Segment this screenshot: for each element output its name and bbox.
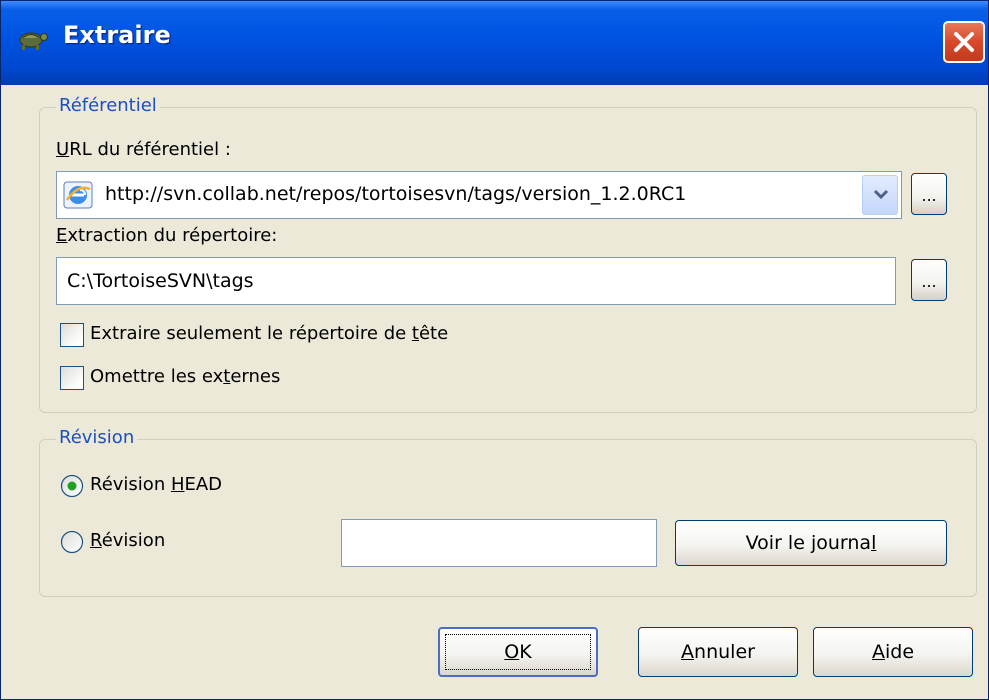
checkout-dialog: Extraire Référentiel URL du référentiel …	[0, 0, 989, 700]
cancel-button[interactable]: Annuler	[638, 627, 798, 677]
checkout-directory-label: Extraction du répertoire:	[56, 225, 278, 246]
checkout-browse-button[interactable]: ...	[911, 259, 947, 301]
show-log-button[interactable]: Voir le journal	[675, 520, 947, 566]
close-icon	[954, 32, 974, 52]
head-revision-label[interactable]: Révision HEAD	[90, 474, 222, 495]
dialog-body: Référentiel URL du référentiel : http://…	[4, 85, 984, 697]
revision-number-input[interactable]	[341, 519, 657, 567]
internet-explorer-icon	[63, 181, 93, 209]
tortoise-icon	[15, 27, 49, 51]
checkout-directory-input[interactable]: C:\TortoiseSVN\tags	[56, 257, 896, 305]
window-title: Extraire	[63, 21, 171, 49]
repository-group-legend: Référentiel	[56, 95, 160, 116]
omit-externals-label[interactable]: Omettre les externes	[90, 366, 280, 387]
url-value: http://svn.collab.net/repos/tortoisesvn/…	[105, 183, 687, 205]
help-button[interactable]: Aide	[813, 627, 973, 677]
omit-externals-checkbox[interactable]	[60, 366, 84, 390]
url-browse-button[interactable]: ...	[911, 173, 947, 215]
url-label: URL du référentiel :	[56, 139, 231, 160]
head-only-label[interactable]: Extraire seulement le répertoire de tête	[90, 323, 448, 344]
url-combobox[interactable]: http://svn.collab.net/repos/tortoisesvn/…	[56, 171, 902, 219]
ok-button[interactable]: OK	[438, 627, 598, 677]
url-dropdown-button[interactable]	[862, 175, 898, 215]
title-bar[interactable]: Extraire	[1, 1, 988, 85]
head-revision-radio[interactable]	[60, 474, 84, 498]
revision-group-legend: Révision	[56, 427, 138, 448]
specific-revision-radio[interactable]	[60, 530, 84, 554]
chevron-down-icon	[873, 189, 889, 200]
head-only-checkbox[interactable]	[60, 323, 84, 347]
specific-revision-label[interactable]: Révision	[90, 530, 165, 551]
revision-group	[39, 439, 977, 597]
checkout-directory-value: C:\TortoiseSVN\tags	[67, 270, 254, 292]
close-button[interactable]	[943, 21, 985, 63]
